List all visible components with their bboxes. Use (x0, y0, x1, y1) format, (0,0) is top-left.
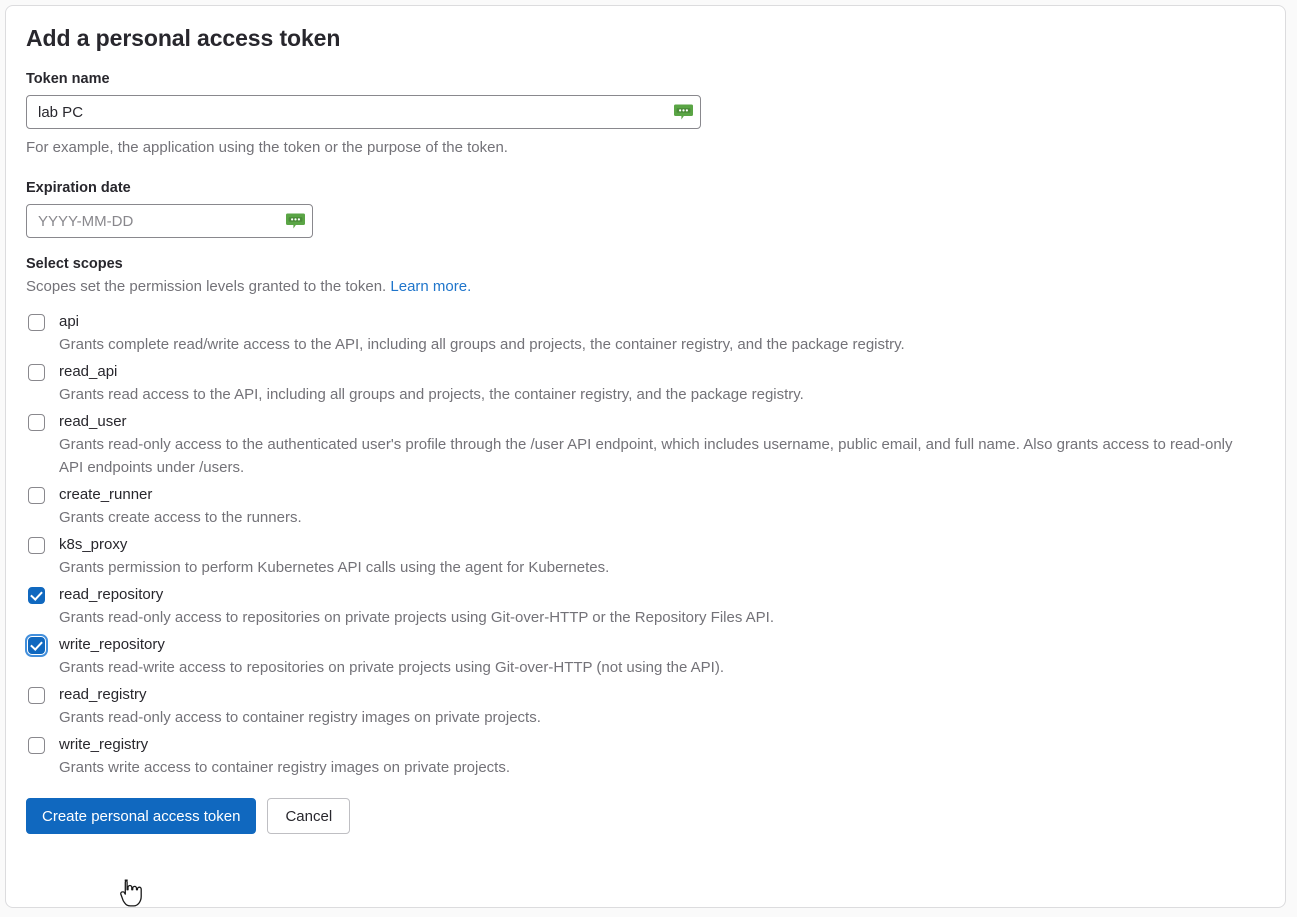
scope-label-k8s_proxy[interactable]: k8s_proxy (59, 534, 1265, 556)
scope-description-write_repository: Grants read-write access to repositories… (59, 659, 724, 676)
scope-label-read_api[interactable]: read_api (59, 361, 1265, 383)
scope-checkbox-create_runner[interactable] (28, 487, 45, 504)
scope-description-write_registry: Grants write access to container registr… (59, 759, 511, 776)
scope-item: k8s_proxy Grants permission to perform Ku… (26, 534, 1265, 579)
scope-label-read_registry[interactable]: read_registry (59, 684, 1265, 706)
scope-item: api Grants complete read/write access to … (26, 311, 1265, 356)
scope-checkbox-read_api[interactable] (28, 364, 45, 381)
scopes-section: Select scopes Scopes set the permission … (26, 255, 1265, 779)
expiration-date-input[interactable] (26, 204, 313, 238)
scope-description-read_repository: Grants read-only access to repositories … (59, 609, 775, 626)
token-name-input[interactable] (26, 95, 701, 129)
scope-checkbox-api[interactable] (28, 314, 45, 331)
scope-item: create_runner Grants create access to the… (26, 484, 1265, 529)
scope-description-read_registry: Grants read-only access to container reg… (59, 709, 541, 726)
expiration-label: Expiration date (26, 180, 131, 196)
scope-checkbox-write_registry[interactable] (28, 737, 45, 754)
page-title: Add a personal access token (26, 25, 341, 51)
autofill-bubble-icon[interactable] (286, 213, 305, 230)
create-personal-access-token-button[interactable]: Create personal access token (26, 798, 257, 834)
scope-description-k8s_proxy: Grants permission to perform Kubernetes … (59, 559, 610, 576)
token-name-help-text: For example, the application using the t… (26, 139, 508, 156)
scope-list: api Grants complete read/write access to … (26, 311, 1265, 779)
expiration-input-wrap (26, 204, 1265, 238)
scope-label-read_user[interactable]: read_user (59, 411, 1265, 433)
scope-item: read_user Grants read-only access to the … (26, 411, 1265, 479)
scope-checkbox-read_user[interactable] (28, 414, 45, 431)
scope-checkbox-read_registry[interactable] (28, 687, 45, 704)
token-name-input-wrap (26, 95, 1265, 129)
form-actions: Create personal access token Cancel (26, 798, 1265, 834)
scopes-subtext-label: Scopes set the permission levels granted… (26, 278, 387, 295)
token-name-label: Token name (26, 71, 110, 87)
scope-item: read_repository Grants read-only access t… (26, 584, 1265, 629)
scope-description-read_user: Grants read-only access to the authentic… (59, 436, 1233, 476)
scope-checkbox-read_repository[interactable] (28, 587, 45, 604)
scope-label-read_repository[interactable]: read_repository (59, 584, 1265, 606)
scope-label-create_runner[interactable]: create_runner (59, 484, 1265, 506)
scopes-heading: Select scopes (26, 256, 123, 272)
scope-item: write_registry Grants write access to con… (26, 734, 1265, 779)
scope-description-read_api: Grants read access to the API, including… (59, 386, 804, 403)
scope-label-write_registry[interactable]: write_registry (59, 734, 1265, 756)
scope-label-write_repository[interactable]: write_repository (59, 634, 1265, 656)
scopes-subtext: Scopes set the permission levels granted… (26, 277, 1265, 297)
scope-checkbox-write_repository[interactable] (28, 637, 45, 654)
cancel-button[interactable]: Cancel (267, 798, 351, 834)
scope-label-api[interactable]: api (59, 311, 1265, 333)
autofill-bubble-icon[interactable] (674, 104, 693, 121)
scope-description-api: Grants complete read/write access to the… (59, 336, 905, 353)
token-name-field-group: Token name For example, the application … (26, 70, 1265, 158)
scope-item: read_registry Grants read-only access to … (26, 684, 1265, 729)
scope-checkbox-k8s_proxy[interactable] (28, 537, 45, 554)
scope-description-create_runner: Grants create access to the runners. (59, 509, 302, 526)
scope-item: write_repository Grants read-write access… (26, 634, 1265, 679)
scope-item: read_api Grants read access to the API, i… (26, 361, 1265, 406)
expiration-field-group: Expiration date (26, 179, 1265, 238)
token-form-card: Add a personal access token Token name F… (5, 5, 1286, 908)
learn-more-link[interactable]: Learn more. (390, 278, 471, 295)
